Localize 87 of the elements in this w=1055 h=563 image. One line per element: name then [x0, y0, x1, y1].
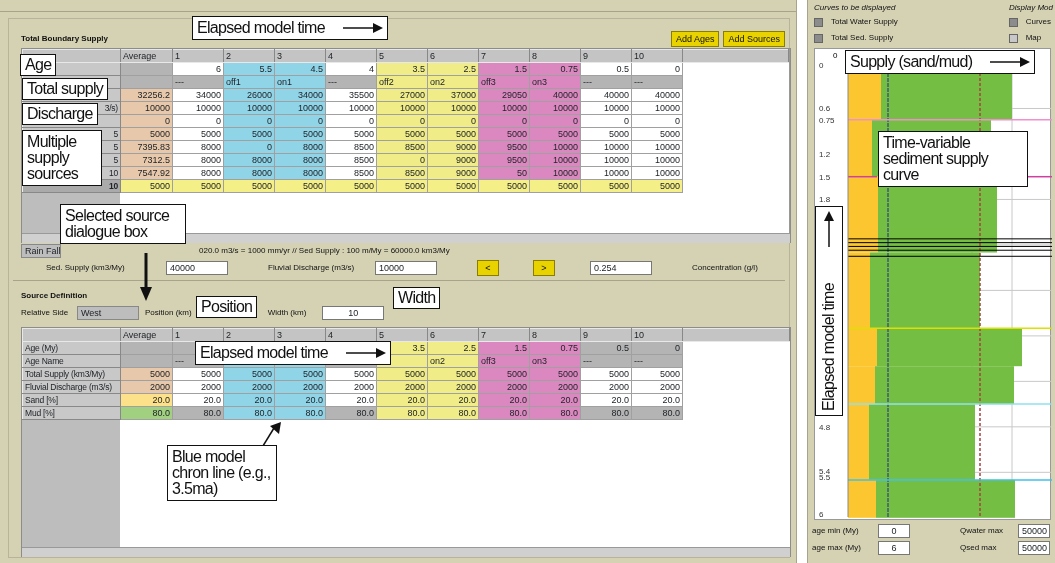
field-label: Fluvial Discharge (m3/s)	[268, 262, 356, 275]
rainfall-info: 020.0 m3/s = 1000 mm/yr // Sed Supply : 100 m/My = 60000.0 km3/My	[199, 245, 450, 258]
column-header: 7	[478, 328, 530, 342]
column-header: 1	[172, 328, 224, 342]
tick-label: 0.6	[819, 104, 831, 114]
tick-label: 1.5	[819, 172, 831, 182]
callout-label: Blue model chron line (e.g., 3.5ma)	[172, 449, 272, 497]
checkbox-label: Total Water Supply	[831, 16, 898, 28]
field-label: Sed. Supply (km3/My)	[46, 262, 126, 275]
column-header: Average	[120, 328, 173, 342]
step-button[interactable]: <	[477, 260, 499, 277]
column-header: 8	[529, 328, 581, 342]
tick-label: 1.8	[819, 195, 831, 205]
checkbox[interactable]	[814, 17, 823, 27]
pointer-arrow	[140, 253, 152, 301]
callout-label: Width	[398, 290, 436, 306]
axis-label: 0	[833, 51, 838, 60]
tick-label: 4.8	[819, 422, 831, 432]
tick-label: 1.2	[819, 149, 831, 159]
field-label: age max (My)	[812, 542, 862, 554]
input-field[interactable]: 10000	[375, 261, 437, 276]
column-header: 2	[223, 328, 275, 342]
column-header: 3	[274, 328, 326, 342]
input-field[interactable]: 6	[878, 541, 910, 555]
input-field[interactable]: 10	[322, 305, 385, 320]
column-header: 6	[427, 328, 479, 342]
column-header: 9	[580, 49, 632, 63]
column-header: 5	[376, 49, 428, 63]
checkbox[interactable]	[814, 33, 823, 43]
column-header: 7	[478, 49, 530, 63]
checkbox[interactable]	[1008, 17, 1018, 27]
field-label: Concentration (g/l)	[692, 262, 758, 275]
tick-label: 0	[819, 61, 824, 70]
side-select[interactable]: West	[77, 305, 139, 320]
checkbox-label: Curves	[1025, 16, 1051, 28]
rainfall-select[interactable]: Rain Fall	[21, 244, 61, 259]
column-header: 3	[274, 49, 326, 63]
callout-label: Elapsed model time	[197, 20, 325, 36]
callout-label: Total supply	[27, 81, 104, 97]
field-label: Position (km)	[145, 306, 192, 319]
column-header: 2	[223, 49, 275, 63]
column-header: 8	[529, 49, 581, 63]
column-header: 9	[580, 328, 632, 342]
input-field[interactable]: 40000	[166, 261, 228, 276]
callout-label: Elapsed model time	[821, 283, 837, 411]
column-header: 10	[631, 49, 683, 63]
column-header: 6	[427, 49, 479, 63]
field-label: Width (km)	[267, 306, 307, 319]
column-header: 4	[325, 49, 377, 63]
input-field[interactable]: 50000	[1018, 541, 1050, 555]
toolbar-button[interactable]: Add Sources	[723, 30, 785, 47]
input-field[interactable]: 0	[878, 524, 910, 538]
checkbox-label: Map	[1025, 32, 1042, 44]
section-title: Total Boundary Supply	[21, 32, 108, 45]
checkbox[interactable]	[1008, 33, 1018, 43]
callout-label: Age	[25, 57, 52, 73]
field-label: Relative Side	[21, 306, 70, 319]
arrow-icon	[345, 348, 386, 358]
column-header: 5	[376, 328, 428, 342]
tick-label: 6	[819, 510, 824, 519]
group-title: Curves to be displayed	[814, 2, 896, 12]
tick-label: 0.75	[819, 115, 835, 125]
column-header: Average	[120, 49, 173, 63]
section-title: Source Definition	[21, 290, 88, 303]
field-label: age min (My)	[812, 525, 860, 537]
column-header: 10	[631, 328, 683, 342]
scrollbar[interactable]	[789, 49, 790, 234]
group-title: Display Mod	[1009, 2, 1053, 12]
field-label: Qwater max	[960, 525, 1005, 537]
arrow-icon	[824, 211, 834, 247]
arrow-icon	[990, 57, 1031, 67]
callout-label: Time-variable sediment supply curve	[883, 135, 990, 183]
callout-label: Selected source dialogue box	[65, 208, 171, 240]
toolbar-button[interactable]: Add Ages	[670, 30, 720, 47]
age-line	[1026, 175, 1052, 178]
input-field[interactable]: 50000	[1018, 524, 1050, 538]
scrollbar[interactable]	[22, 547, 790, 557]
step-button[interactable]: >	[533, 260, 555, 277]
callout-label: Position	[201, 299, 253, 315]
checkbox-label: Total Sed. Supply	[831, 32, 894, 44]
input-field[interactable]: 0.254	[590, 261, 652, 276]
arrow-icon	[342, 23, 383, 33]
age-line	[847, 175, 878, 178]
callout-label: Supply (sand/mud)	[850, 54, 973, 70]
column-header: 4	[325, 328, 377, 342]
field-label: Qsed max	[960, 542, 998, 554]
column-header: 1	[172, 49, 224, 63]
